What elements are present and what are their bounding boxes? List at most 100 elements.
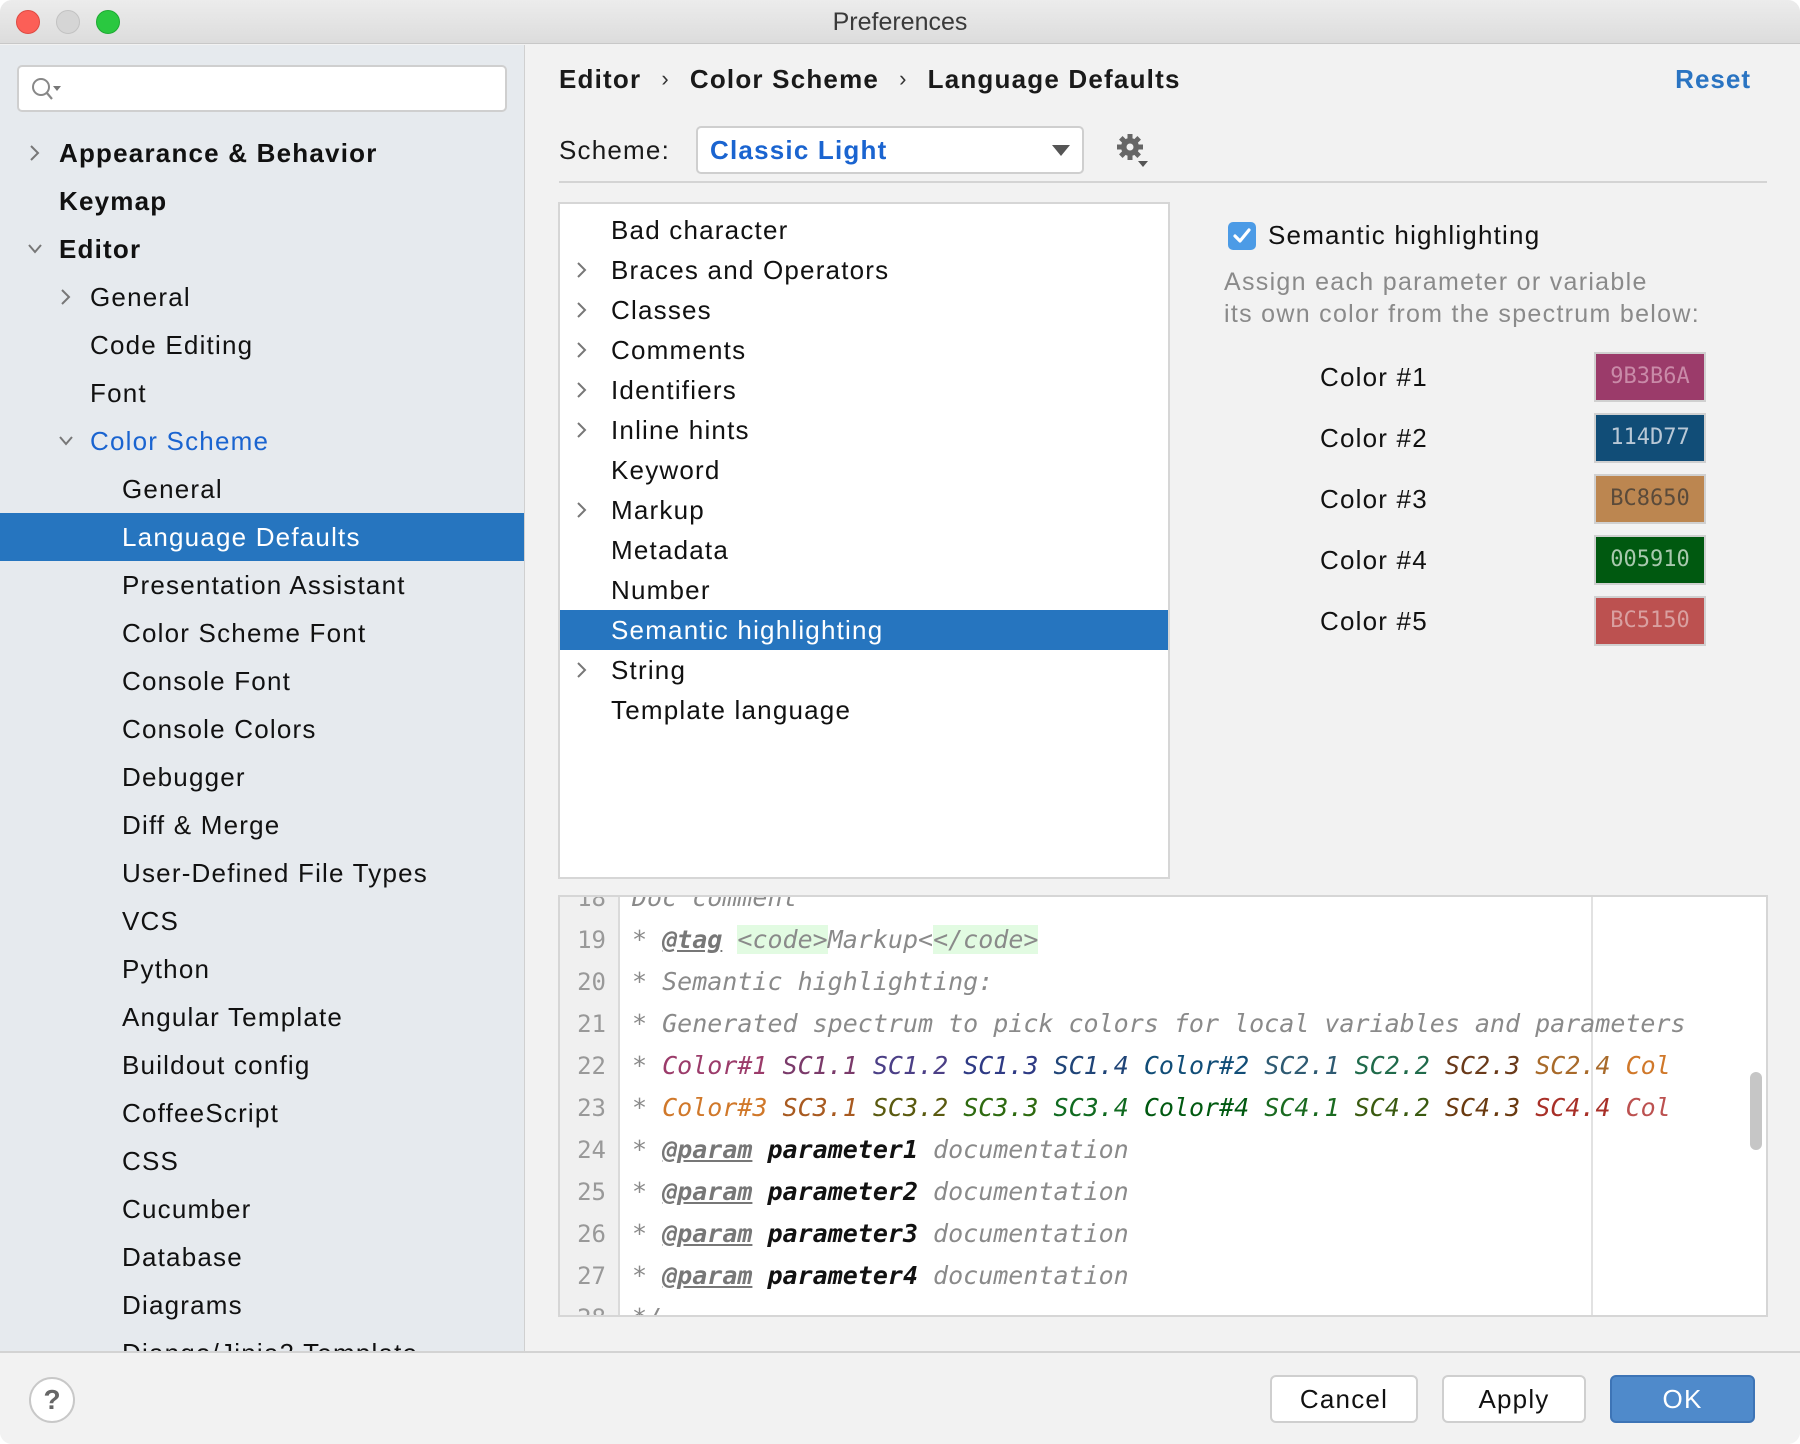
code-token: SC1.1 <box>782 1051 858 1080</box>
sidebar-item-diagrams[interactable]: Diagrams <box>0 1281 524 1329</box>
sidebar-item-coffeescript[interactable]: CoffeeScript <box>0 1089 524 1137</box>
chevron-right-icon[interactable] <box>574 650 590 690</box>
color-swatch-3[interactable]: BC8650 <box>1594 474 1706 524</box>
tree-item-label: Inline hints <box>611 415 750 445</box>
sidebar-item-editor[interactable]: Editor <box>0 225 524 273</box>
code-line: 19 * @tag <code>Markup<</code> <box>560 919 1766 961</box>
code-token: SC2.4 <box>1535 1051 1611 1080</box>
chevron-right-icon[interactable] <box>574 490 590 530</box>
sidebar-item-label: Debugger <box>122 762 246 792</box>
sidebar-item-angular-template[interactable]: Angular Template <box>0 993 524 1041</box>
help-button[interactable]: ? <box>29 1377 75 1423</box>
sidebar-item-color-scheme[interactable]: Color Scheme <box>0 417 524 465</box>
color-swatch-1[interactable]: 9B3B6A <box>1594 352 1706 402</box>
code-preview[interactable]: 18 Doc comment 19 * @tag <code>Markup<</co… <box>558 895 1768 1317</box>
line-number: 27 <box>577 1262 606 1290</box>
sidebar-item-buildout-config[interactable]: Buildout config <box>0 1041 524 1089</box>
code-token: * <box>632 1135 663 1164</box>
dropdown-arrow-icon <box>1052 145 1071 156</box>
sidebar-item-user-defined-file-types[interactable]: User-Defined File Types <box>0 849 524 897</box>
sidebar-item-label: Database <box>122 1242 243 1272</box>
color-swatch-4[interactable]: 005910 <box>1594 535 1706 585</box>
sidebar-item-code-editing[interactable]: Code Editing <box>0 321 524 369</box>
chevron-down-icon[interactable] <box>58 417 74 465</box>
ok-button[interactable]: OK <box>1610 1375 1755 1423</box>
tree-item-bad-character[interactable]: Bad character <box>560 210 1168 250</box>
tree-item-label: Bad character <box>611 215 789 245</box>
sidebar-item-font[interactable]: Font <box>0 369 524 417</box>
reset-link[interactable]: Reset <box>1675 59 1751 99</box>
sidebar-item-label: Angular Template <box>122 1002 344 1032</box>
code-token: Col <box>1625 1051 1671 1080</box>
color-row-1: Color #1 9B3B6A <box>1198 352 1758 402</box>
code-token: </code> <box>933 925 1039 954</box>
sidebar-item-cucumber[interactable]: Cucumber <box>0 1185 524 1233</box>
settings-search-input[interactable] <box>17 65 507 112</box>
sidebar-item-language-defaults[interactable]: Language Defaults <box>0 513 524 561</box>
tree-item-metadata[interactable]: Metadata <box>560 530 1168 570</box>
chevron-right-icon[interactable] <box>574 410 590 450</box>
sidebar-item-debugger[interactable]: Debugger <box>0 753 524 801</box>
sidebar-item-general[interactable]: General <box>0 465 524 513</box>
chevron-down-icon[interactable] <box>27 225 43 273</box>
chevron-right-icon[interactable] <box>574 290 590 330</box>
param-name-token: parameter2 <box>767 1177 918 1206</box>
tree-item-semantic-highlighting[interactable]: Semantic highlighting <box>560 610 1168 650</box>
tree-item-braces-and-operators[interactable]: Braces and Operators <box>560 250 1168 290</box>
sidebar-item-color-scheme-font[interactable]: Color Scheme Font <box>0 609 524 657</box>
chevron-right-icon[interactable] <box>58 273 74 321</box>
sidebar-item-database[interactable]: Database <box>0 1233 524 1281</box>
code-token: SC4.3 <box>1444 1093 1521 1122</box>
sidebar-item-presentation-assistant[interactable]: Presentation Assistant <box>0 561 524 609</box>
tree-item-markup[interactable]: Markup <box>560 490 1168 530</box>
color-label: Color #3 <box>1320 484 1428 514</box>
code-text: * Semantic highlighting: <box>632 961 993 1003</box>
chevron-right-icon[interactable] <box>574 250 590 290</box>
tree-item-identifiers[interactable]: Identifiers <box>560 370 1168 410</box>
scheme-dropdown[interactable]: Classic Light <box>696 126 1085 174</box>
breadcrumb-item-editor: Editor <box>559 63 642 94</box>
sidebar-item-keymap[interactable]: Keymap <box>0 177 524 225</box>
sidebar-item-django-jinja2-template[interactable]: Django/Jinja2 Template <box>0 1329 524 1351</box>
color-swatch-5[interactable]: BC5150 <box>1594 596 1706 646</box>
sidebar-item-diff-merge[interactable]: Diff & Merge <box>0 801 524 849</box>
color-swatch-2[interactable]: 114D77 <box>1594 413 1706 463</box>
semantic-highlighting-checkbox[interactable] <box>1228 221 1256 250</box>
semantic-highlighting-checkbox-row[interactable]: Semantic highlighting <box>1228 220 1540 251</box>
tree-item-number[interactable]: Number <box>560 570 1168 610</box>
chevron-right-icon[interactable] <box>27 129 43 177</box>
sidebar-item-general[interactable]: General <box>0 273 524 321</box>
semantic-highlighting-hint: Assign each parameter or variable its ow… <box>1224 266 1784 330</box>
tree-item-template-language[interactable]: Template language <box>560 690 1168 730</box>
code-token: SC4.1 <box>1264 1093 1340 1122</box>
sidebar-item-appearance-behavior[interactable]: Appearance & Behavior <box>0 129 524 177</box>
sidebar-item-label: Presentation Assistant <box>122 570 406 600</box>
sidebar-item-console-colors[interactable]: Console Colors <box>0 705 524 753</box>
hint-line-2: its own color from the spectrum below: <box>1224 300 1700 328</box>
code-token: documentation <box>918 1261 1129 1290</box>
chevron-right-icon[interactable] <box>574 330 590 370</box>
line-number: 20 <box>577 968 606 996</box>
breadcrumb: Editor › Color Scheme › Language Defaults <box>559 59 1181 99</box>
sidebar-item-css[interactable]: CSS <box>0 1137 524 1185</box>
tree-item-string[interactable]: String <box>560 650 1168 690</box>
tree-item-label: Braces and Operators <box>611 255 890 285</box>
chevron-right-icon[interactable] <box>574 370 590 410</box>
tree-item-inline-hints[interactable]: Inline hints <box>560 410 1168 450</box>
tree-item-comments[interactable]: Comments <box>560 330 1168 370</box>
sidebar-item-label: User-Defined File Types <box>122 858 429 888</box>
code-preview-scrollbar[interactable] <box>1750 1072 1762 1150</box>
gear-icon[interactable] <box>1116 132 1150 168</box>
apply-button[interactable]: Apply <box>1442 1375 1586 1423</box>
tree-item-keyword[interactable]: Keyword <box>560 450 1168 490</box>
param-name-token: parameter1 <box>767 1135 918 1164</box>
sidebar-item-python[interactable]: Python <box>0 945 524 993</box>
tree-item-classes[interactable]: Classes <box>560 290 1168 330</box>
sidebar-item-console-font[interactable]: Console Font <box>0 657 524 705</box>
sidebar-item-vcs[interactable]: VCS <box>0 897 524 945</box>
search-icon <box>32 78 61 100</box>
cancel-button[interactable]: Cancel <box>1270 1375 1418 1423</box>
